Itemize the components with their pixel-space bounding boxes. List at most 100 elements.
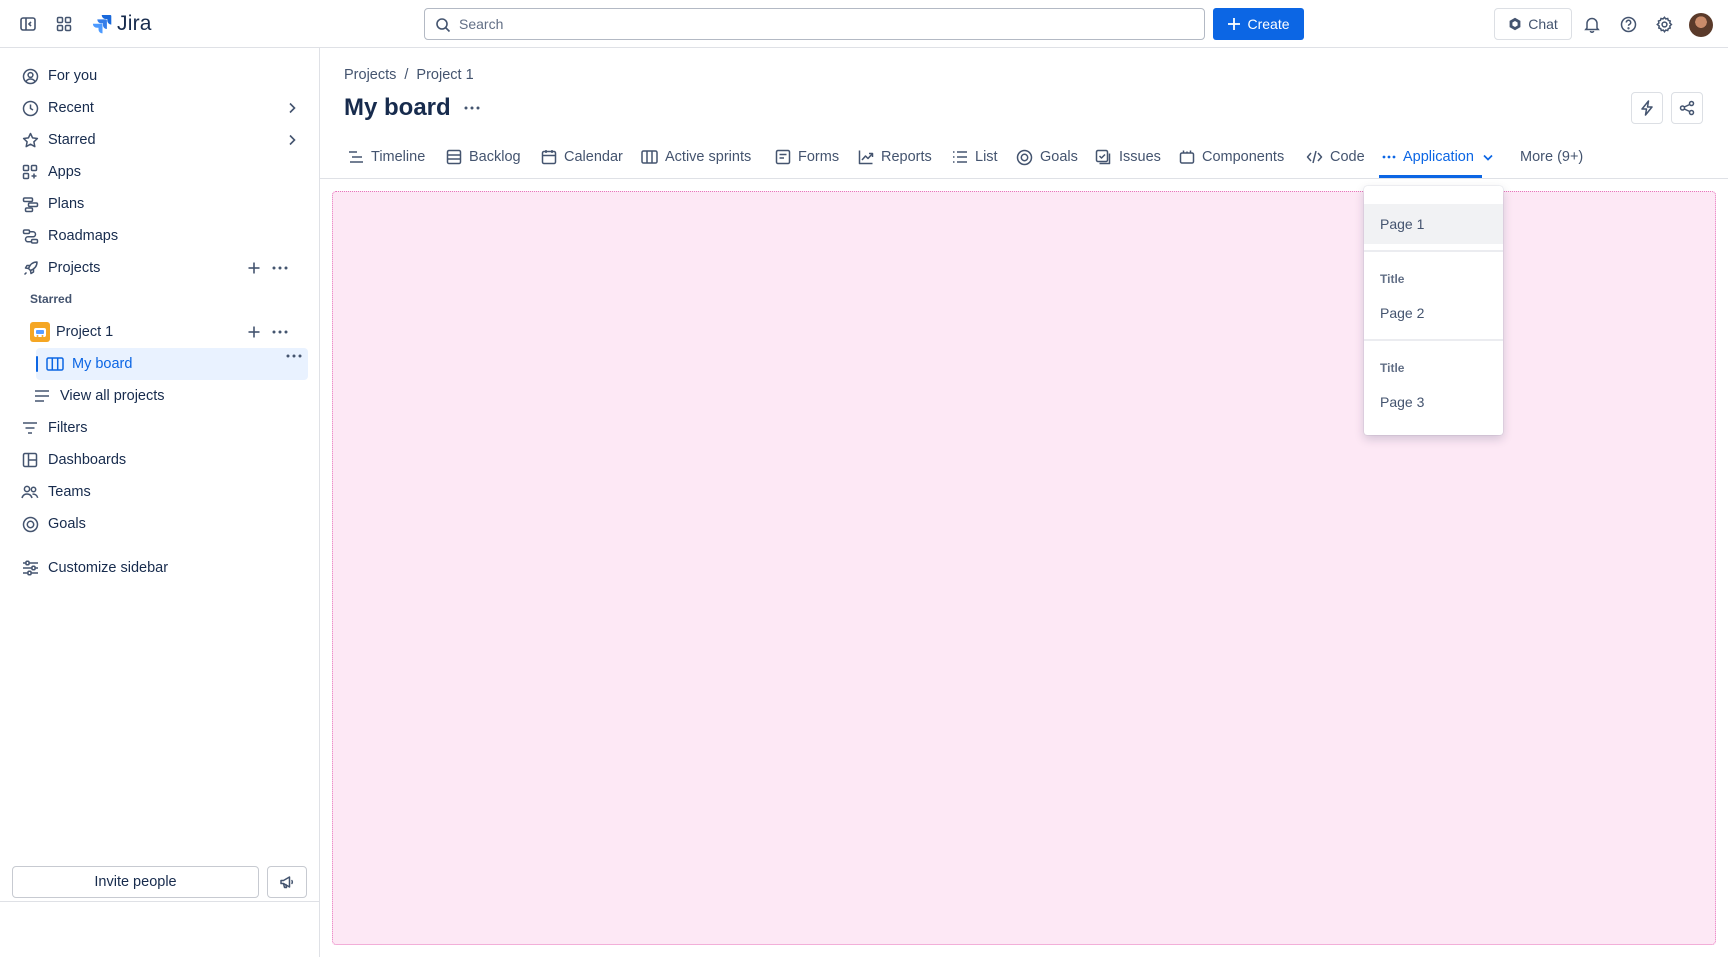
menu-item-page-3[interactable]: Page 3 xyxy=(1364,382,1503,422)
rocket-icon xyxy=(20,258,40,278)
tab-goals[interactable]: Goals xyxy=(1016,135,1078,179)
clock-icon xyxy=(20,98,40,118)
tab-label: Timeline xyxy=(371,149,426,165)
tab-forms[interactable]: Forms xyxy=(775,135,839,179)
sidebar-toggle-icon[interactable] xyxy=(12,8,44,40)
project-label: Project 1 xyxy=(56,324,114,340)
tab-timeline[interactable]: Timeline xyxy=(348,135,425,179)
tab-label: Reports xyxy=(881,149,932,165)
add-plus-icon[interactable] xyxy=(244,322,264,342)
sidebar-item-roadmaps[interactable]: Roadmaps xyxy=(12,220,308,252)
menu-item-label: Page 2 xyxy=(1380,305,1425,321)
menu-item-page-2[interactable]: Page 2 xyxy=(1364,293,1503,333)
chart-icon xyxy=(858,149,874,165)
tab-code[interactable]: Code xyxy=(1306,135,1365,179)
feedback-button[interactable] xyxy=(267,866,307,898)
add-project-plus-icon[interactable] xyxy=(244,258,264,278)
board-icon xyxy=(641,150,658,164)
jira-logo-icon xyxy=(92,15,112,34)
tab-label: Code xyxy=(1330,149,1365,165)
project-more-icon[interactable] xyxy=(270,322,290,342)
sidebar-item-view-all-projects[interactable]: View all projects xyxy=(24,380,308,412)
menu-item-page-1[interactable]: Page 1 xyxy=(1364,204,1503,244)
board-actions-more-icon[interactable] xyxy=(460,96,484,120)
tab-active-sprints[interactable]: Active sprints xyxy=(641,135,751,179)
sidebar-item-plans[interactable]: Plans xyxy=(12,188,308,220)
search-input[interactable]: Search xyxy=(424,8,1205,40)
create-button[interactable]: Create xyxy=(1213,8,1304,40)
tab-issues[interactable]: Issues xyxy=(1095,135,1161,179)
projects-more-icon[interactable] xyxy=(270,258,290,278)
invite-people-button[interactable]: Invite people xyxy=(12,866,259,898)
sidebar-item-customize[interactable]: Customize sidebar xyxy=(12,552,308,584)
menu-group-title: Title xyxy=(1380,361,1405,375)
sidebar-item-project-1[interactable]: Project 1 xyxy=(24,316,308,348)
tab-label: Application xyxy=(1403,149,1474,165)
code-icon xyxy=(1306,149,1323,165)
share-button[interactable] xyxy=(1671,92,1703,124)
breadcrumb-project-link[interactable]: Project 1 xyxy=(416,67,473,83)
sidebar-item-label: Roadmaps xyxy=(48,228,119,244)
invite-label: Invite people xyxy=(94,874,177,890)
list-lines-icon xyxy=(32,386,52,406)
search-icon xyxy=(435,17,451,33)
chevron-right-icon[interactable] xyxy=(284,132,300,148)
application-dropdown-menu: Page 1 Title Page 2 Title Page 3 xyxy=(1364,186,1503,435)
backlog-icon xyxy=(446,149,462,165)
tab-calendar[interactable]: Calendar xyxy=(541,135,623,179)
tab-backlog[interactable]: Backlog xyxy=(446,135,521,179)
menu-separator xyxy=(1364,339,1503,341)
notifications-bell-icon[interactable] xyxy=(1576,8,1608,40)
chat-button[interactable]: Chat xyxy=(1494,8,1572,40)
chevron-right-icon[interactable] xyxy=(284,100,300,116)
active-tab-underline xyxy=(1379,175,1482,178)
sidebar-item-label: Recent xyxy=(48,100,94,116)
rovo-chat-icon xyxy=(1508,17,1522,31)
list-icon xyxy=(952,150,968,164)
automation-button[interactable] xyxy=(1631,92,1663,124)
jira-logo[interactable]: Jira xyxy=(92,12,152,36)
user-circle-icon xyxy=(20,66,40,86)
sidebar-item-label: Teams xyxy=(48,484,91,500)
sidebar-item-for-you[interactable]: For you xyxy=(12,60,308,92)
sidebar-item-teams[interactable]: Teams xyxy=(12,476,308,508)
tab-reports[interactable]: Reports xyxy=(858,135,932,179)
tab-label: Forms xyxy=(798,149,840,165)
sidebar-item-dashboards[interactable]: Dashboards xyxy=(12,444,308,476)
tab-application[interactable]: Application xyxy=(1382,135,1495,179)
create-label: Create xyxy=(1247,16,1290,32)
tab-list[interactable]: List xyxy=(952,135,998,179)
sidebar-item-label: Projects xyxy=(48,260,101,276)
timeline-icon xyxy=(348,149,364,165)
menu-item-label: Page 1 xyxy=(1380,216,1425,232)
sidebar-item-starred[interactable]: Starred xyxy=(12,124,308,156)
sidebar-item-filters[interactable]: Filters xyxy=(12,412,308,444)
sidebar-item-projects[interactable]: Projects xyxy=(12,252,308,284)
sidebar-item-goals[interactable]: Goals xyxy=(12,508,308,540)
app-switcher-icon[interactable] xyxy=(48,8,80,40)
user-avatar[interactable] xyxy=(1689,13,1713,37)
board-more-icon[interactable] xyxy=(286,354,302,358)
tab-label: Issues xyxy=(1119,149,1161,165)
share-icon xyxy=(1679,100,1695,116)
menu-group-title: Title xyxy=(1380,272,1405,286)
customize-label: Customize sidebar xyxy=(48,560,169,576)
sidebar-item-recent[interactable]: Recent xyxy=(12,92,308,124)
tab-components[interactable]: Components xyxy=(1179,135,1284,179)
help-icon[interactable] xyxy=(1612,8,1644,40)
chevron-down-icon xyxy=(1481,150,1495,164)
plus-icon xyxy=(1227,17,1241,31)
tab-label: Active sprints xyxy=(665,149,752,165)
form-icon xyxy=(775,149,791,165)
settings-gear-icon[interactable] xyxy=(1648,8,1680,40)
menu-item-label: Page 3 xyxy=(1380,394,1425,410)
tab-more[interactable]: More (9+) xyxy=(1520,135,1583,179)
roadmap-icon xyxy=(20,226,40,246)
breadcrumb-projects-link[interactable]: Projects xyxy=(344,67,396,83)
sidebar-item-my-board[interactable]: My board xyxy=(36,348,308,380)
tab-label: Backlog xyxy=(469,149,521,165)
megaphone-icon xyxy=(279,874,295,890)
breadcrumb: Projects / Project 1 xyxy=(344,67,474,83)
sidebar-item-apps[interactable]: Apps xyxy=(12,156,308,188)
tab-label: List xyxy=(975,149,998,165)
